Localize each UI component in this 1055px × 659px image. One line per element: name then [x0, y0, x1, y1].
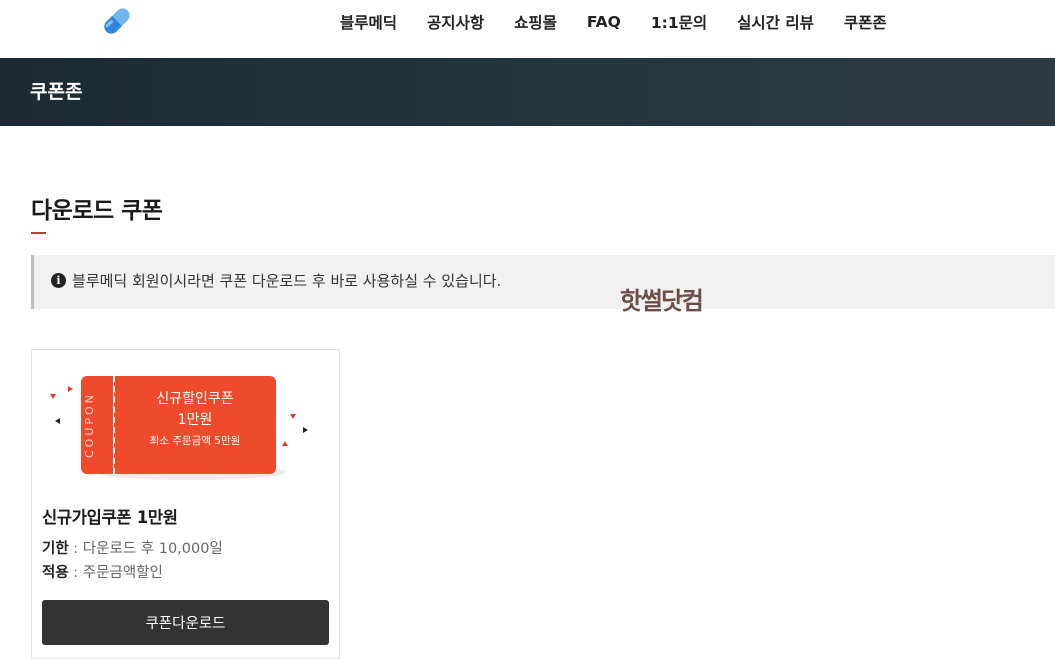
top-navigation-bar: 블루메딕 공지사항 쇼핑몰 FAQ 1:1문의 실시간 리뷰 쿠폰존	[0, 0, 1055, 58]
notice-text: 블루메딕 회원이시라면 쿠폰 다운로드 후 바로 사용하실 수 있습니다.	[72, 272, 502, 290]
coupon-period-value: 다운로드 후 10,000일	[82, 541, 223, 557]
coupon-image: COUPON 신규할인쿠폰 1만원 최소 주문금액 5만원	[44, 368, 314, 488]
section-title-underline	[31, 232, 46, 234]
coupon-period-label: 기한	[42, 541, 69, 557]
page-title-band	[0, 58, 1055, 126]
nav-item-shop[interactable]: 쇼핑몰	[514, 11, 557, 33]
nav-item-faq[interactable]: FAQ	[587, 13, 621, 31]
confetti-triangle	[50, 394, 56, 399]
nav-item-live-review[interactable]: 실시간 리뷰	[737, 11, 814, 33]
watermark-text: 핫썰닷컴	[620, 287, 704, 315]
nav-item-coupon-zone[interactable]: 쿠폰존	[844, 11, 887, 33]
confetti-triangle	[303, 427, 308, 433]
confetti-triangle	[290, 414, 296, 419]
coupon-art-title: 신규할인쿠폰	[156, 391, 234, 407]
coupon-stub-label: COUPON	[83, 392, 96, 458]
nav-item-notice[interactable]: 공지사항	[427, 11, 484, 33]
coupon-apply-label: 적용	[42, 565, 69, 581]
nav-item-inquiry[interactable]: 1:1문의	[651, 11, 707, 33]
coupon-period-row: 기한 : 다운로드 후 10,000일	[42, 539, 223, 559]
confetti-triangle	[282, 441, 288, 446]
coupon-download-button[interactable]: 쿠폰다운로드	[42, 600, 329, 645]
confetti-triangle	[68, 386, 73, 392]
section-title: 다운로드 쿠폰	[31, 198, 163, 224]
separator: :	[73, 565, 79, 581]
page-title: 쿠폰존	[30, 81, 83, 103]
capsule-pill-icon[interactable]	[100, 4, 134, 38]
nav-item-bluemedic[interactable]: 블루메딕	[340, 11, 397, 33]
separator: :	[73, 541, 79, 557]
notice-box: i 블루메딕 회원이시라면 쿠폰 다운로드 후 바로 사용하실 수 있습니다.	[31, 255, 1055, 309]
main-nav: 블루메딕 공지사항 쇼핑몰 FAQ 1:1문의 실시간 리뷰 쿠폰존	[340, 10, 887, 34]
coupon-art-amount: 1만원	[177, 412, 213, 428]
coupon-art-min-order: 최소 주문금액 5만원	[149, 435, 241, 447]
coupon-card: COUPON 신규할인쿠폰 1만원 최소 주문금액 5만원 신규가입쿠폰 1만원…	[31, 349, 340, 659]
info-circle-icon: i	[51, 273, 66, 288]
coupon-apply-value: 주문금액할인	[82, 565, 163, 581]
coupon-name: 신규가입쿠폰 1만원	[42, 508, 178, 527]
confetti-triangle	[55, 418, 60, 424]
coupon-apply-row: 적용 : 주문금액할인	[42, 563, 163, 583]
